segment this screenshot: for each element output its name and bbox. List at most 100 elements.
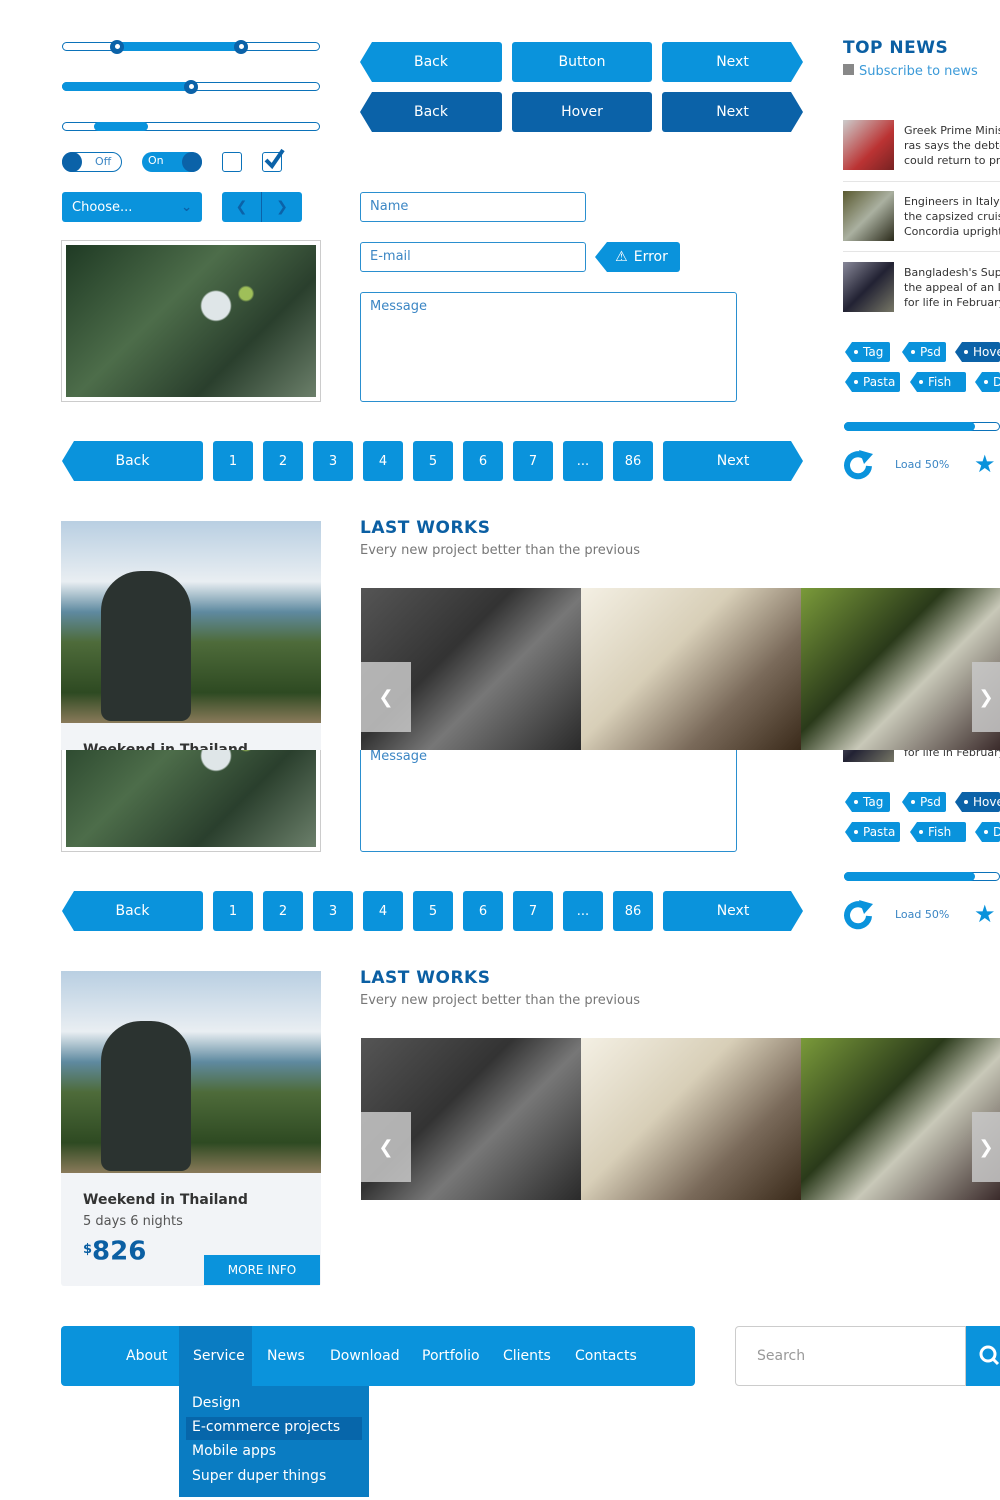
scrollbar-thumb[interactable] [94, 122, 148, 131]
pagination-next[interactable]: Next [663, 891, 803, 931]
button-row1-1[interactable]: Button [512, 42, 652, 82]
carousel-next-button[interactable]: ❯ [972, 662, 1000, 732]
tag[interactable]: Psd [902, 342, 946, 362]
email-input[interactable]: E-mail [360, 242, 586, 272]
nav-contacts[interactable]: Contacts [575, 1326, 637, 1386]
carousel-prev-button[interactable]: ❮ [361, 1112, 411, 1182]
tag[interactable]: Fish [910, 372, 966, 392]
checkbox-unchecked[interactable] [222, 152, 242, 172]
checkbox-checked[interactable] [262, 148, 285, 172]
pagination-page[interactable]: 1 [213, 441, 253, 481]
next-arrow-button[interactable]: ❯ [262, 192, 302, 222]
pagination-page[interactable]: 3 [313, 441, 353, 481]
news-item[interactable]: Bangladesh's Suprthe appeal of an Isfor … [904, 750, 1000, 760]
pagination-page[interactable]: 1 [213, 891, 253, 931]
tag[interactable]: Pasta [845, 822, 900, 842]
news-line: ras says the debt- [904, 139, 1000, 152]
news-item[interactable]: Engineers in Italy s the capsized cruis Co… [904, 194, 1000, 239]
tag[interactable]: D [975, 822, 1000, 842]
pagination-page[interactable]: 5 [413, 441, 453, 481]
button-row2-0[interactable]: Back [360, 92, 502, 132]
pagination-page[interactable]: 86 [613, 441, 653, 481]
pagination-page[interactable]: ... [563, 441, 603, 481]
button-row2-1[interactable]: Hover [512, 92, 652, 132]
button-row2-2[interactable]: Next [662, 92, 803, 132]
reload-icon[interactable] [842, 899, 876, 933]
range-min-handle[interactable] [110, 39, 124, 54]
prev-arrow-button[interactable]: ❮ [222, 192, 262, 222]
message-textarea[interactable]: Message [360, 750, 737, 852]
toggle-off[interactable]: Off [62, 152, 122, 172]
scrollbar[interactable] [62, 122, 320, 131]
range-max-handle[interactable] [234, 39, 248, 54]
pagination-page[interactable]: 86 [613, 891, 653, 931]
carousel-image[interactable] [801, 1038, 1000, 1200]
pagination-page[interactable]: 2 [263, 891, 303, 931]
search-button[interactable] [966, 1326, 1000, 1386]
news-thumbnail[interactable] [843, 262, 894, 312]
nav-portfolio[interactable]: Portfolio [422, 1326, 480, 1386]
tag[interactable]: Fish [910, 822, 966, 842]
carousel-image[interactable] [801, 588, 1000, 750]
news-thumbnail[interactable] [843, 120, 894, 170]
star-icon[interactable]: ★ [974, 900, 996, 928]
nav-download[interactable]: Download [330, 1326, 400, 1386]
dropdown-ecommerce[interactable]: E-commerce projects [192, 1419, 340, 1435]
tour-photo [61, 521, 321, 723]
news-item[interactable]: Bangladesh's Suprthe appeal of an Isfor … [904, 265, 1000, 310]
pagination-page[interactable]: 3 [313, 891, 353, 931]
carousel-image[interactable] [581, 588, 801, 750]
dropdown-design[interactable]: Design [192, 1395, 240, 1411]
progress-bar [844, 422, 1000, 431]
nav-service[interactable]: Service [193, 1326, 245, 1386]
nav-clients[interactable]: Clients [503, 1326, 551, 1386]
value-slider[interactable] [62, 79, 320, 94]
nav-about[interactable]: About [126, 1326, 167, 1386]
name-input[interactable]: Name [360, 192, 586, 222]
pagination-page[interactable]: 6 [463, 441, 503, 481]
toggle-on[interactable]: On [142, 152, 202, 172]
slider-handle[interactable] [184, 79, 198, 94]
news-thumbnail[interactable] [843, 191, 894, 241]
pagination-page[interactable]: 5 [413, 891, 453, 931]
pagination-next[interactable]: Next [663, 441, 803, 481]
pagination-page[interactable]: 6 [463, 891, 503, 931]
tag[interactable]: Psd [902, 792, 946, 812]
pagination-back[interactable]: Back [62, 441, 203, 481]
pagination-back[interactable]: Back [62, 891, 203, 931]
load-label: Load 50% [895, 458, 950, 471]
pagination-page[interactable]: 4 [363, 441, 403, 481]
tag[interactable]: Pasta [845, 372, 900, 392]
news-item[interactable]: Greek Prime Minis ras says the debt-could… [904, 123, 1000, 168]
tag[interactable]: D [975, 372, 1000, 392]
news-thumbnail[interactable] [843, 750, 894, 762]
carousel-image[interactable] [581, 1038, 801, 1200]
select-dropdown[interactable]: Choose... ⌄ [62, 192, 202, 222]
star-icon[interactable]: ★ [974, 450, 996, 478]
button-row1-0[interactable]: Back [360, 42, 502, 82]
nav-news[interactable]: News [267, 1326, 305, 1386]
tag[interactable]: Hove [955, 792, 1000, 812]
pagination-page[interactable]: 2 [263, 441, 303, 481]
more-info-button[interactable]: MORE INFO [204, 1255, 320, 1285]
carousel-next-button[interactable]: ❯ [972, 1112, 1000, 1182]
subscribe-link[interactable]: Subscribe to news [843, 64, 978, 79]
chevron-left-icon: ❮ [378, 1136, 394, 1158]
tag[interactable]: Tag [845, 342, 890, 362]
pagination-page[interactable]: 7 [513, 891, 553, 931]
pagination-page[interactable]: ... [563, 891, 603, 931]
dropdown-super[interactable]: Super duper things [192, 1468, 326, 1484]
ui-kit-section-repeat: OffOnChoose...⌄❮❯BackButtonNextBackHover… [0, 750, 1000, 960]
dropdown-mobile[interactable]: Mobile apps [192, 1443, 276, 1459]
range-slider[interactable] [62, 39, 320, 54]
tag[interactable]: Tag [845, 792, 890, 812]
message-textarea[interactable]: Message [360, 292, 737, 402]
pagination-page[interactable]: 4 [363, 891, 403, 931]
search-input[interactable]: Search [735, 1326, 966, 1386]
carousel-prev-button[interactable]: ❮ [361, 662, 411, 732]
tag[interactable]: Hove [955, 342, 1000, 362]
divider [843, 251, 1000, 252]
button-row1-2[interactable]: Next [662, 42, 803, 82]
pagination-page[interactable]: 7 [513, 441, 553, 481]
reload-icon[interactable] [842, 449, 876, 483]
